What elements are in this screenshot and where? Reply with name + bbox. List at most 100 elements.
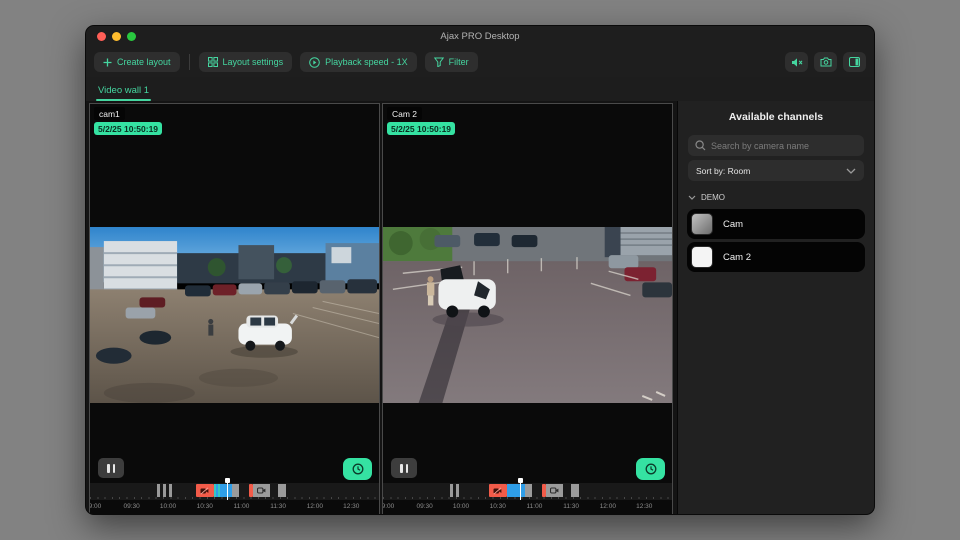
camera-tile-1[interactable]: cam1 5/2/25 10:50:19 [89,103,380,515]
timeline-segment-recording[interactable] [507,484,525,497]
title-bar: Ajax PRO Desktop [86,26,874,47]
pause-icon [113,464,116,473]
video-grid: cam1 5/2/25 10:50:19 [86,101,675,515]
tab-bar: Video wall 1 [86,77,874,101]
filter-button[interactable]: Filter [425,52,478,72]
camera-tile-2[interactable]: Cam 2 5/2/25 10:50:19 [382,103,673,515]
panel-toggle-icon [849,57,860,67]
camera-1-video[interactable] [90,227,379,403]
sort-by-dropdown[interactable]: Sort by: Room [688,160,864,181]
camera-1-timeline[interactable] [90,483,379,500]
time-label: 09:30 [416,503,432,510]
time-label: 12:30 [343,503,359,510]
app-window: Ajax PRO Desktop Create layout Layout se… [85,25,875,515]
time-label: 10:00 [453,503,469,510]
toolbar: Create layout Layout settings Playback s… [86,47,874,77]
play-circle-icon [309,57,320,68]
timeline-segment-video-lost[interactable] [196,484,214,497]
timeline-segment-recording-gray[interactable] [525,484,532,497]
camera-2-timeline[interactable] [383,483,672,500]
active-tab-underline [96,99,151,101]
camera-icon [257,487,266,494]
channel-name: Cam 2 [723,252,751,263]
timeline-segment-recording-late[interactable] [278,484,286,497]
layout-grid-icon [208,57,218,67]
tab-video-wall-1[interactable]: Video wall 1 [96,81,151,101]
camera-1-name-badge: cam1 [94,107,125,120]
time-label: 11:30 [563,503,579,510]
channel-name: Cam [723,219,743,230]
time-label: 12:00 [600,503,616,510]
camera-1-archive-clock-button[interactable] [343,458,372,480]
timeline-segment-mixed[interactable] [214,484,221,497]
create-layout-label: Create layout [117,57,171,67]
camera-1-pause-button[interactable] [98,458,124,478]
clock-icon [645,463,657,475]
camera-2-pause-button[interactable] [391,458,417,478]
clock-icon [352,463,364,475]
channel-item-cam-2[interactable]: Cam 2 [687,242,865,272]
timeline-segment-short-recordings[interactable] [450,484,462,497]
timeline-playhead[interactable] [227,478,229,500]
chevron-down-icon [688,195,696,200]
window-title: Ajax PRO Desktop [86,31,874,42]
timeline-playhead[interactable] [520,478,522,500]
timeline-segment-with-camera[interactable] [546,484,563,497]
speaker-muted-icon [791,57,803,68]
toolbar-divider [189,54,190,70]
time-label: 11:00 [527,503,543,510]
time-label: 10:30 [490,503,506,510]
timeline-ticks [90,497,379,499]
layout-settings-button[interactable]: Layout settings [199,52,293,72]
timeline-segment-with-camera[interactable] [253,484,270,497]
timeline-segment-recording-late[interactable] [571,484,579,497]
search-input[interactable] [711,141,857,151]
camera-1-video-frame [90,227,379,403]
timeline-segment-video-lost[interactable] [489,484,507,497]
time-label: 12:00 [307,503,323,510]
channel-thumbnail [691,213,713,235]
group-demo[interactable]: DEMO [688,193,864,202]
toggle-side-panel-button[interactable] [843,52,866,72]
snapshot-button[interactable] [814,52,837,72]
time-label: 9:00 [382,503,394,510]
camera-off-icon [493,487,502,495]
available-channels-panel: Available channels Sort by: Room DEMO Ca… [677,101,874,515]
camera-icon [550,487,559,494]
camera-1-timestamp-badge: 5/2/25 10:50:19 [94,122,162,135]
timeline-ticks [383,497,672,499]
camera-2-timestamp-badge: 5/2/25 10:50:19 [387,122,455,135]
search-box[interactable] [688,135,864,156]
time-label: 10:30 [197,503,213,510]
time-label: 12:30 [636,503,652,510]
playback-speed-button[interactable]: Playback speed - 1X [300,52,417,72]
sort-by-label: Sort by: Room [696,166,846,176]
camera-1-timeline-labels: 9:00 09:30 10:00 10:30 11:00 11:30 12:00… [90,503,379,512]
filter-funnel-icon [434,57,444,67]
channel-item-cam[interactable]: Cam [687,209,865,239]
filter-label: Filter [449,57,469,67]
time-label: 09:30 [123,503,139,510]
timeline-segment-recording-gray[interactable] [232,484,239,497]
mute-audio-button[interactable] [785,52,808,72]
chevron-down-icon [846,168,856,174]
time-label: 10:00 [160,503,176,510]
camera-2-video-frame [383,227,672,403]
playback-speed-label: Playback speed - 1X [325,57,408,67]
camera-2-video[interactable] [383,227,672,403]
group-demo-label: DEMO [701,193,725,202]
time-label: 11:30 [270,503,286,510]
plus-icon [103,58,112,67]
time-label: 9:00 [89,503,101,510]
camera-2-timeline-labels: 9:00 09:30 10:00 10:30 11:00 11:30 12:00… [383,503,672,512]
pause-icon [400,464,403,473]
search-icon [695,140,706,151]
pause-icon [107,464,110,473]
camera-2-name-badge: Cam 2 [387,107,422,120]
time-label: 11:00 [234,503,250,510]
snapshot-camera-icon [820,57,832,67]
pause-icon [406,464,409,473]
create-layout-button[interactable]: Create layout [94,52,180,72]
timeline-segment-short-recordings[interactable] [157,484,172,497]
camera-2-archive-clock-button[interactable] [636,458,665,480]
